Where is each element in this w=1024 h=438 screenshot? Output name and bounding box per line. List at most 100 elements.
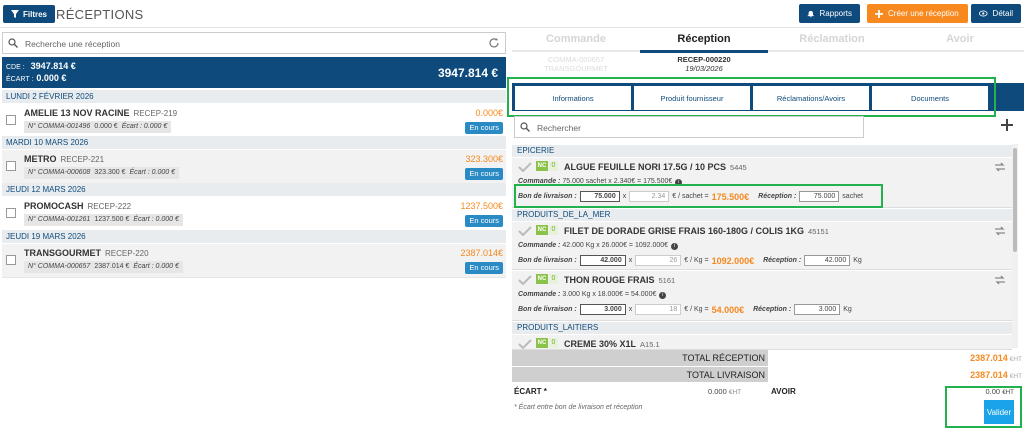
product-name: CREME 30% X1L bbox=[564, 339, 637, 349]
delivery-total: 1092.000€ bbox=[711, 255, 755, 266]
tab-avoir[interactable]: Avoir bbox=[896, 33, 1024, 52]
info-icon[interactable]: i bbox=[659, 292, 667, 299]
tab-commande-label: Commande bbox=[546, 33, 606, 45]
reception-search-input[interactable]: Recherche une réception bbox=[2, 32, 506, 54]
product-code: 5161 bbox=[658, 276, 676, 285]
reception-detail-panel: Commande COMMA-000657 TRANSGOURMET Récep… bbox=[507, 30, 1024, 438]
reception-qty-input[interactable]: 42.000 bbox=[804, 255, 851, 266]
status-badge: En cours bbox=[465, 262, 503, 274]
check-icon[interactable] bbox=[518, 162, 532, 172]
status-badge: En cours bbox=[465, 122, 503, 134]
reception-ref: RECEP-220 bbox=[105, 249, 149, 258]
check-icon[interactable] bbox=[518, 339, 532, 349]
total-reception-label: TOTAL RÉCEPTION bbox=[512, 350, 768, 366]
filtres-label: Filtres bbox=[23, 9, 48, 19]
rapports-button[interactable]: Rapports bbox=[799, 4, 860, 23]
order-info: N° COMMA-001496 0.000 € Écart : 0.000 € bbox=[24, 121, 172, 133]
reception-list-panel: Recherche une réception CDE : 3947.814 € … bbox=[0, 30, 508, 438]
nc-badge[interactable]: NC bbox=[536, 338, 548, 348]
swap-icon[interactable] bbox=[994, 162, 1006, 172]
swap-icon[interactable] bbox=[994, 226, 1006, 236]
nc-badge[interactable]: NC bbox=[536, 161, 548, 171]
tab-reception-date: 19/03/2026 bbox=[685, 64, 723, 73]
summary-banner: CDE : 3947.814 € ÉCART :0.000 € 3947.814 … bbox=[2, 57, 506, 88]
nc-count: 0 bbox=[549, 225, 558, 235]
tab-avoir-label: Avoir bbox=[946, 33, 974, 45]
tab-reception[interactable]: Réception RECEP-000220 19/03/2026 bbox=[640, 33, 768, 73]
detail-button[interactable]: Détail bbox=[971, 4, 1021, 23]
rapports-label: Rapports bbox=[819, 9, 852, 18]
order-info: N° COMMA-000608 323.300 € Écart : 0.000 € bbox=[24, 167, 180, 179]
check-icon[interactable] bbox=[518, 226, 532, 236]
row-checkbox[interactable] bbox=[6, 161, 16, 171]
nc-count: 0 bbox=[549, 161, 558, 171]
nc-badge[interactable]: NC bbox=[536, 225, 548, 235]
row-checkbox[interactable] bbox=[6, 115, 16, 125]
reception-ref: RECEP-222 bbox=[87, 202, 132, 211]
filtres-button[interactable]: Filtres bbox=[3, 5, 56, 23]
reception-row[interactable]: AMELIE 13 NOV RACINE RECEP-219 N° COMMA-0… bbox=[2, 104, 506, 138]
supplier-name: METRO bbox=[24, 154, 57, 164]
order-info: N° COMMA-000657 2387.014 € Écart : 0.000 € bbox=[24, 261, 183, 273]
reception-search-placeholder: Recherche une réception bbox=[25, 39, 120, 49]
add-product-icon[interactable] bbox=[1001, 119, 1013, 131]
swap-icon[interactable] bbox=[994, 275, 1006, 285]
detail-label: Détail bbox=[992, 9, 1013, 18]
bell-icon bbox=[807, 10, 815, 17]
creer-reception-button[interactable]: Créer une réception bbox=[867, 4, 968, 23]
delivery-price-input[interactable]: 26 bbox=[635, 255, 682, 266]
category-header: PRODUITS_LAITIERS bbox=[512, 322, 1012, 334]
date-header: LUNDI 2 FÉVRIER 2026 bbox=[2, 90, 506, 103]
reception-row[interactable]: TRANSGOURMET RECEP-220 N° COMMA-000657 238… bbox=[2, 244, 506, 278]
category-header: EPICERIE bbox=[512, 145, 1012, 157]
reception-row[interactable]: PROMOCASH RECEP-222 N° COMMA-001261 1237.5… bbox=[2, 197, 506, 231]
creer-label: Créer une réception bbox=[888, 9, 959, 18]
supplier-name: AMELIE 13 NOV RACINE bbox=[24, 108, 130, 118]
order-info: N° COMMA-001261 1237.500 € Écart : 0.000 € bbox=[24, 214, 183, 226]
highlight-valider bbox=[945, 386, 1022, 428]
date-header: JEUDI 19 MARS 2026 bbox=[2, 230, 506, 243]
product-code: 5445 bbox=[730, 163, 747, 172]
date-header: JEUDI 12 MARS 2026 bbox=[2, 183, 506, 196]
reception-qty-input[interactable]: 3.000 bbox=[794, 304, 841, 315]
tab-commande[interactable]: Commande COMMA-000657 TRANSGOURMET bbox=[512, 33, 640, 73]
delivery-price-input[interactable]: 18 bbox=[635, 304, 682, 315]
check-icon[interactable] bbox=[518, 275, 532, 285]
supplier-name: TRANSGOURMET bbox=[24, 248, 101, 258]
product-search-input[interactable]: Rechercher bbox=[514, 116, 864, 138]
delivery-line: Bon de livraison : 42.000 x 26 € / Kg = … bbox=[518, 255, 862, 266]
scrollbar-thumb[interactable] bbox=[1013, 148, 1017, 252]
date-header: MARDI 10 MARS 2026 bbox=[2, 136, 506, 149]
tab-commande-supplier: TRANSGOURMET bbox=[544, 64, 608, 73]
tab-reception-ref: RECEP-000220 bbox=[677, 55, 731, 64]
supplier-name: PROMOCASH bbox=[24, 201, 84, 211]
product-code: A15.1 bbox=[640, 340, 660, 349]
page-title: RÉCEPTIONS bbox=[56, 7, 144, 22]
product-search-placeholder: Rechercher bbox=[537, 123, 581, 133]
total-livraison-value: 2387.014 bbox=[970, 370, 1008, 380]
delivery-qty-input[interactable]: 3.000 bbox=[579, 304, 626, 315]
highlight-subtabs bbox=[507, 77, 996, 117]
reception-row[interactable]: METRO RECEP-221 N° COMMA-000608 323.300 € É… bbox=[2, 150, 506, 184]
row-checkbox[interactable] bbox=[6, 255, 16, 265]
reception-ref: RECEP-221 bbox=[60, 155, 105, 164]
product-name: ALGUE FEUILLE NORI 17.5G / 10 PCS bbox=[564, 162, 727, 172]
product-name: THON ROUGE FRAIS bbox=[564, 275, 655, 285]
total-livraison-label: TOTAL LIVRAISON bbox=[512, 367, 768, 383]
avoir-label: AVOIR bbox=[771, 387, 796, 396]
delivery-total: 54.000€ bbox=[711, 304, 745, 315]
info-icon[interactable]: i bbox=[671, 243, 679, 250]
ecart-label: ÉCART : bbox=[6, 76, 34, 83]
tab-reception-label: Réception bbox=[677, 33, 731, 45]
category-header: PRODUITS_DE_LA_MER bbox=[512, 209, 1012, 221]
tab-reclamation[interactable]: Réclamation bbox=[768, 33, 896, 52]
product-row: NC 0 THON ROUGE FRAIS 5161 Commande : 3.0… bbox=[512, 271, 1012, 321]
filter-icon bbox=[11, 10, 19, 18]
refresh-icon[interactable] bbox=[488, 37, 500, 49]
status-badge: En cours bbox=[465, 168, 503, 180]
row-checkbox[interactable] bbox=[6, 208, 16, 218]
nc-badge[interactable]: NC bbox=[536, 274, 548, 284]
total-reception-value: 2387.014 bbox=[970, 353, 1008, 363]
reception-amount: 1237.500€ bbox=[460, 201, 503, 211]
delivery-qty-input[interactable]: 42.000 bbox=[579, 255, 626, 266]
